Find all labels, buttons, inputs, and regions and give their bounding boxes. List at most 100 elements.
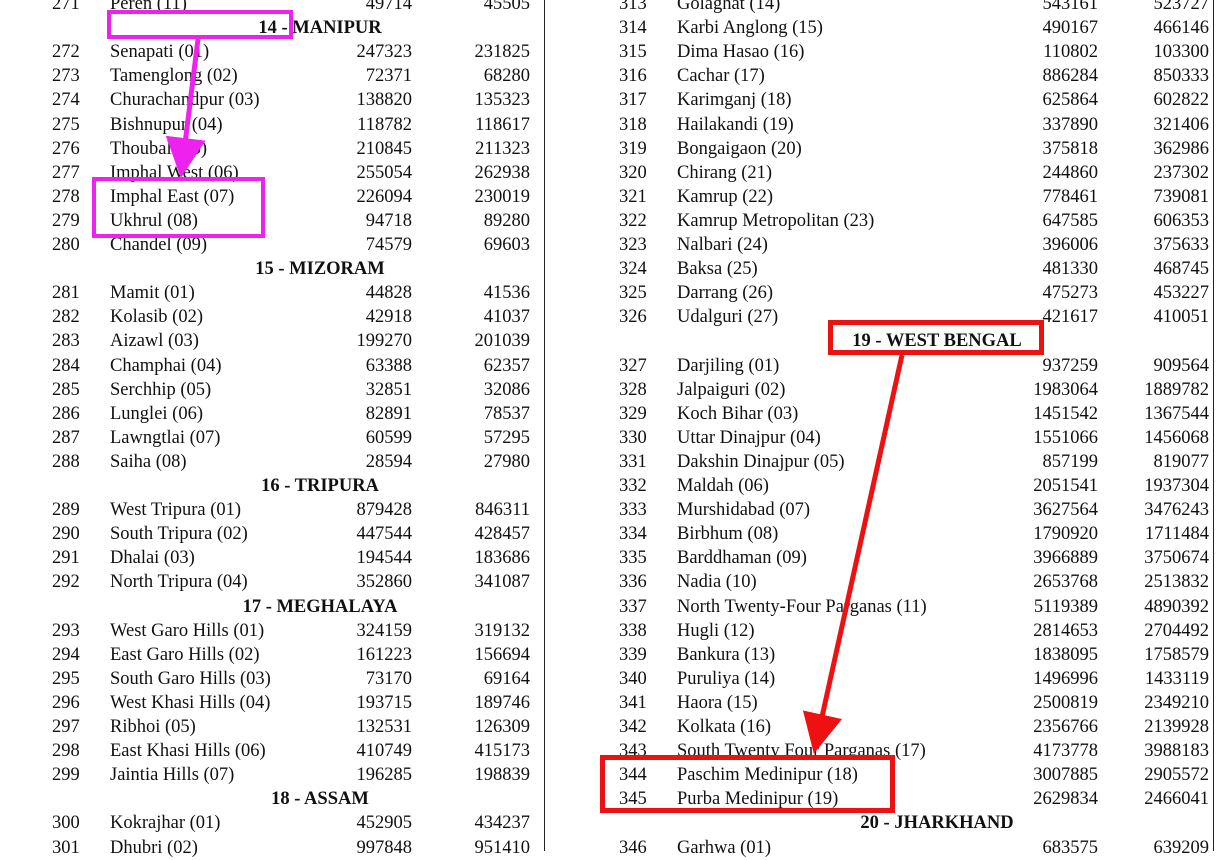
table-row: 316 Cachar (17) 886284 850333	[0, 64, 1226, 88]
population-value: 481330	[1042, 259, 1099, 280]
population-value: 468745	[1153, 259, 1210, 280]
serial-number: 315	[619, 42, 647, 63]
population-value: 201039	[474, 331, 531, 352]
serial-number: 331	[619, 451, 647, 472]
population-value: 3627564	[1033, 500, 1098, 521]
population-value: 453227	[1153, 283, 1210, 304]
population-value: 1758579	[1144, 644, 1209, 665]
population-value: 606353	[1153, 210, 1210, 231]
population-value: 1983064	[1033, 379, 1098, 400]
population-value: 2629834	[1033, 789, 1098, 810]
serial-number: 283	[52, 331, 80, 352]
table-row: 336 Nadia (10) 2653768 2513832	[0, 570, 1226, 594]
district-name: Darrang (26)	[677, 283, 774, 304]
population-value: 639209	[1153, 837, 1210, 858]
population-value: 410051	[1153, 307, 1210, 328]
district-name: Maldah (06)	[677, 476, 769, 496]
serial-number: 300	[52, 813, 80, 834]
serial-number: 336	[619, 572, 647, 593]
table-row: 346 Garhwa (01) 683575 639209	[0, 836, 1226, 860]
population-value: 3476243	[1144, 500, 1209, 521]
population-value: 778461	[1042, 186, 1099, 207]
serial-number: 338	[619, 620, 647, 641]
table-row: 317 Karimganj (18) 625864 602822	[0, 88, 1226, 112]
serial-number: 340	[619, 668, 647, 689]
district-name: Nadia (10)	[677, 572, 757, 593]
district-name: Karbi Anglong (15)	[677, 18, 823, 39]
table-row: 330 Uttar Dinajpur (04) 1551066 1456068	[0, 426, 1226, 450]
table-row: 335 Barddhaman (09) 3966889 3750674	[0, 546, 1226, 570]
population-value: 683575	[1042, 837, 1099, 858]
serial-number: 329	[619, 403, 647, 424]
table-row: 337 North Twenty-Four Parganas (11) 511938…	[0, 595, 1226, 619]
table-row: 315 Dima Hasao (16) 110802 103300	[0, 40, 1226, 64]
district-name: Kolkata (16)	[677, 717, 772, 737]
population-value: 523727	[1153, 0, 1210, 14]
population-value: 1889782	[1144, 379, 1209, 400]
population-value: 4173778	[1033, 741, 1098, 762]
district-name: Uttar Dinajpur (04)	[677, 427, 821, 448]
serial-number: 320	[619, 162, 647, 183]
district-name: Murshidabad (07)	[677, 500, 811, 521]
population-value: 3007885	[1033, 765, 1098, 786]
serial-number: 314	[619, 18, 647, 39]
serial-number: 332	[619, 476, 647, 496]
serial-number: 323	[619, 235, 647, 255]
serial-number: 325	[619, 283, 647, 304]
district-name: Koch Bihar (03)	[677, 403, 799, 424]
population-value: 625864	[1042, 90, 1099, 111]
table-row: 342 Kolkata (16) 2356766 2139928	[0, 715, 1226, 739]
district-name: Darjiling (01)	[677, 355, 780, 376]
table-row: 340 Puruliya (14) 1496996 1433119	[0, 667, 1226, 691]
serial-number: 339	[619, 644, 647, 665]
district-name: Birbhum (08)	[677, 524, 779, 545]
serial-number: 334	[619, 524, 647, 545]
district-name: Garhwa (01)	[677, 837, 771, 858]
table-row: 318 Hailakandi (19) 337890 321406	[0, 113, 1226, 137]
district-name: Kamrup (22)	[677, 186, 774, 207]
population-value: 475273	[1042, 283, 1099, 304]
district-name: Nalbari (24)	[677, 235, 768, 255]
manipur-heading-highlight	[107, 10, 293, 39]
table-row: 324 Baksa (25) 481330 468745	[0, 257, 1226, 281]
population-value: 244860	[1042, 162, 1099, 183]
population-value: 396006	[1042, 235, 1099, 255]
serial-number: 313	[619, 0, 647, 14]
district-name: Cachar (17)	[677, 66, 765, 87]
population-value: 857199	[1042, 451, 1099, 472]
district-name: Haora (15)	[677, 692, 758, 713]
population-value: 739081	[1153, 186, 1210, 207]
population-value: 1937304	[1144, 476, 1209, 496]
serial-number: 333	[619, 500, 647, 521]
district-name: Bongaigaon (20)	[677, 138, 802, 159]
serial-number: 326	[619, 307, 647, 328]
population-value: 5119389	[1033, 596, 1098, 617]
serial-number: 318	[619, 114, 647, 135]
population-value: 2051541	[1033, 476, 1098, 496]
table-row: 338 Hugli (12) 2814653 2704492	[0, 619, 1226, 643]
imphal-ukhrul-highlight	[92, 177, 265, 238]
serial-number: 337	[619, 596, 647, 617]
district-name: Kokrajhar (01)	[110, 813, 221, 834]
population-value: 1790920	[1033, 524, 1098, 545]
population-value: 1551066	[1033, 427, 1098, 448]
population-value: 362986	[1153, 138, 1210, 159]
population-value: 434237	[474, 813, 531, 834]
population-value: 2139928	[1144, 717, 1209, 737]
population-value: 3966889	[1033, 548, 1098, 569]
population-value: 321406	[1153, 114, 1210, 135]
population-value: 909564	[1153, 355, 1210, 376]
serial-number: 330	[619, 427, 647, 448]
serial-number: 328	[619, 379, 647, 400]
population-value: 4890392	[1144, 596, 1209, 617]
population-value: 602822	[1153, 90, 1210, 111]
district-name: Chirang (21)	[677, 162, 773, 183]
district-name: Aizawl (03)	[110, 331, 199, 352]
population-value: 3750674	[1144, 548, 1209, 569]
district-name: Dakshin Dinajpur (05)	[677, 451, 845, 472]
table-row: 332 Maldah (06) 2051541 1937304	[0, 474, 1226, 498]
population-value: 850333	[1153, 66, 1210, 87]
population-value: 452905	[356, 813, 413, 834]
population-value: 1367544	[1144, 403, 1209, 424]
district-name: Baksa (25)	[677, 259, 758, 280]
